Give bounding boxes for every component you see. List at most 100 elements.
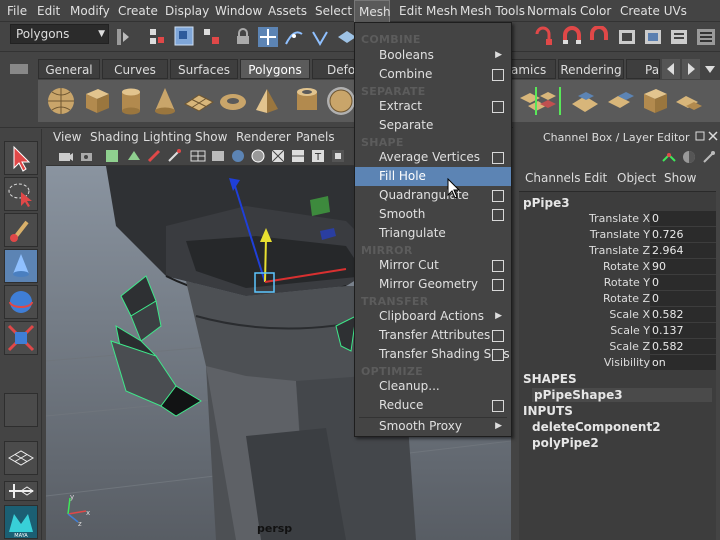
menu-item-cleanup[interactable]: Cleanup... bbox=[355, 377, 511, 396]
lock-selection-icon[interactable] bbox=[232, 26, 254, 48]
option-box-icon[interactable] bbox=[492, 349, 504, 361]
menu-item-fill-hole[interactable]: Fill Hole bbox=[355, 167, 511, 186]
menu-display[interactable]: Display bbox=[165, 0, 209, 22]
menu-file[interactable]: File bbox=[7, 0, 27, 22]
menu-select[interactable]: Select bbox=[315, 0, 352, 22]
menu-item-mirror-geometry[interactable]: Mirror Geometry bbox=[355, 275, 511, 294]
option-box-icon[interactable] bbox=[492, 279, 504, 291]
menu-item-transfer-shading-sets[interactable]: Transfer Shading Sets bbox=[355, 345, 511, 364]
separate-tool-icon[interactable] bbox=[532, 84, 564, 118]
select-hierarchy-icon[interactable] bbox=[147, 26, 169, 48]
close-icon[interactable] bbox=[708, 131, 718, 141]
attr-value[interactable]: 0.582 bbox=[650, 339, 716, 354]
attr-row[interactable]: Rotate X 90 bbox=[519, 259, 716, 275]
wireframe-on-shaded-icon[interactable] bbox=[250, 148, 266, 164]
camera-icon[interactable] bbox=[58, 148, 74, 164]
attr-row[interactable]: Scale Z 0.582 bbox=[519, 339, 716, 355]
menu-assets[interactable]: Assets bbox=[268, 0, 307, 22]
grid-toggle-icon[interactable] bbox=[190, 148, 206, 164]
hud-icon[interactable]: T bbox=[310, 148, 326, 164]
attr-row[interactable]: Rotate Y0 bbox=[519, 275, 716, 291]
menu-item-separate[interactable]: Separate bbox=[355, 116, 511, 135]
menu-create-uvs[interactable]: Create UVs bbox=[620, 0, 687, 22]
move-tool[interactable] bbox=[4, 249, 38, 283]
cb-menu-object[interactable]: Object bbox=[617, 171, 656, 185]
poly-soccer-ball-icon[interactable] bbox=[324, 84, 358, 118]
attr-row[interactable]: Scale X 0.582 bbox=[519, 307, 716, 323]
tool-settings-icon[interactable] bbox=[701, 149, 717, 165]
attr-value[interactable]: 0 bbox=[650, 275, 716, 290]
attr-row[interactable]: Translate X0 bbox=[519, 211, 716, 227]
snap-point-icon[interactable] bbox=[309, 26, 331, 48]
input-node[interactable]: polyPipe2 bbox=[532, 436, 599, 450]
option-box-icon[interactable] bbox=[492, 152, 504, 164]
two-view-layout[interactable] bbox=[4, 481, 38, 501]
shelf-scroll-right-icon[interactable] bbox=[682, 59, 700, 79]
menu-item-transfer-attributes[interactable]: Transfer Attributes bbox=[355, 326, 511, 345]
menu-item-triangulate[interactable]: Triangulate bbox=[355, 224, 511, 243]
menu-item-mirror-cut[interactable]: Mirror Cut bbox=[355, 256, 511, 275]
attr-row[interactable]: Translate Z 2.964 bbox=[519, 243, 716, 259]
menu-item-quadrangulate[interactable]: Quadrangulate bbox=[355, 186, 511, 205]
shelf-tab-rendering[interactable]: Rendering bbox=[558, 59, 624, 79]
menu-item-smooth[interactable]: Smooth bbox=[355, 205, 511, 224]
smooth-tool-icon[interactable] bbox=[604, 84, 638, 118]
shelf-menu-icon[interactable] bbox=[8, 62, 30, 76]
menu-item-extract[interactable]: Extract bbox=[355, 97, 511, 116]
scale-tool[interactable] bbox=[4, 321, 38, 355]
menu-item-average-vertices[interactable]: Average Vertices bbox=[355, 148, 511, 167]
attr-row[interactable]: Visibility on bbox=[519, 355, 716, 371]
snap-curve-icon[interactable] bbox=[283, 26, 305, 48]
attr-row[interactable]: Rotate Z0 bbox=[519, 291, 716, 307]
attr-value[interactable]: on bbox=[650, 355, 716, 370]
poly-pipe-icon[interactable] bbox=[290, 84, 324, 118]
option-box-icon[interactable] bbox=[492, 260, 504, 272]
viewport-menu-view[interactable]: View bbox=[53, 128, 81, 146]
snap-grid-icon[interactable] bbox=[257, 26, 279, 48]
menu-normals[interactable]: Normals bbox=[527, 0, 577, 22]
shelf-tab-paint[interactable]: Pa bbox=[626, 59, 660, 79]
viewport-menu-show[interactable]: Show bbox=[195, 128, 227, 146]
attr-value[interactable]: 0.582 bbox=[650, 307, 716, 322]
render-frame-icon[interactable] bbox=[616, 26, 638, 48]
wireframe-icon[interactable] bbox=[210, 148, 226, 164]
box-tool-icon[interactable] bbox=[638, 84, 672, 118]
attribute-editor-icon[interactable] bbox=[681, 149, 697, 165]
shelf-tab-polygons[interactable]: Polygons bbox=[240, 59, 310, 79]
move-manip-y-axis[interactable] bbox=[264, 237, 267, 283]
menu-window[interactable]: Window bbox=[215, 0, 262, 22]
menu-item-reduce[interactable]: Reduce bbox=[355, 396, 511, 415]
single-view-layout[interactable] bbox=[4, 441, 38, 475]
select-object-icon[interactable] bbox=[173, 25, 195, 47]
construction-history-icon[interactable] bbox=[533, 26, 555, 48]
bookmarks-icon[interactable] bbox=[104, 148, 120, 164]
menuset-dropdown[interactable]: Polygons ▼ bbox=[10, 24, 109, 44]
option-box-icon[interactable] bbox=[492, 190, 504, 202]
attr-value[interactable]: 0.726 bbox=[650, 227, 716, 242]
attr-row[interactable]: Scale Y 0.137 bbox=[519, 323, 716, 339]
lighting-icon[interactable] bbox=[290, 148, 306, 164]
menu-mesh-tools[interactable]: Mesh Tools bbox=[460, 0, 525, 22]
menu-mesh[interactable]: Mesh bbox=[354, 0, 391, 22]
viewport-menu-panels[interactable]: Panels bbox=[296, 128, 335, 146]
extract-tool-icon[interactable] bbox=[568, 84, 602, 118]
poly-plane-icon[interactable] bbox=[182, 84, 216, 118]
object-name[interactable]: pPipe3 bbox=[523, 196, 570, 210]
cb-menu-show[interactable]: Show bbox=[664, 171, 696, 185]
shape-node[interactable]: pPipeShape3 bbox=[532, 388, 712, 402]
rotate-tool[interactable] bbox=[4, 285, 38, 319]
lasso-tool[interactable] bbox=[4, 177, 38, 211]
image-plane-icon[interactable] bbox=[126, 148, 142, 164]
last-tool[interactable] bbox=[4, 393, 38, 427]
shelf-tab-curves[interactable]: Curves bbox=[102, 59, 168, 79]
menu-item-combine[interactable]: Combine bbox=[355, 65, 511, 84]
poly-cube-icon[interactable] bbox=[80, 84, 114, 118]
isolate-select-icon[interactable] bbox=[330, 148, 346, 164]
attr-value[interactable]: 0 bbox=[650, 291, 716, 306]
magnet-live-icon[interactable] bbox=[588, 26, 610, 48]
attr-value[interactable]: 2.964 bbox=[650, 243, 716, 258]
attr-value[interactable]: 90 bbox=[650, 259, 716, 274]
2d-pan-zoom-icon[interactable] bbox=[166, 148, 182, 164]
menu-color[interactable]: Color bbox=[580, 0, 611, 22]
option-box-icon[interactable] bbox=[492, 69, 504, 81]
